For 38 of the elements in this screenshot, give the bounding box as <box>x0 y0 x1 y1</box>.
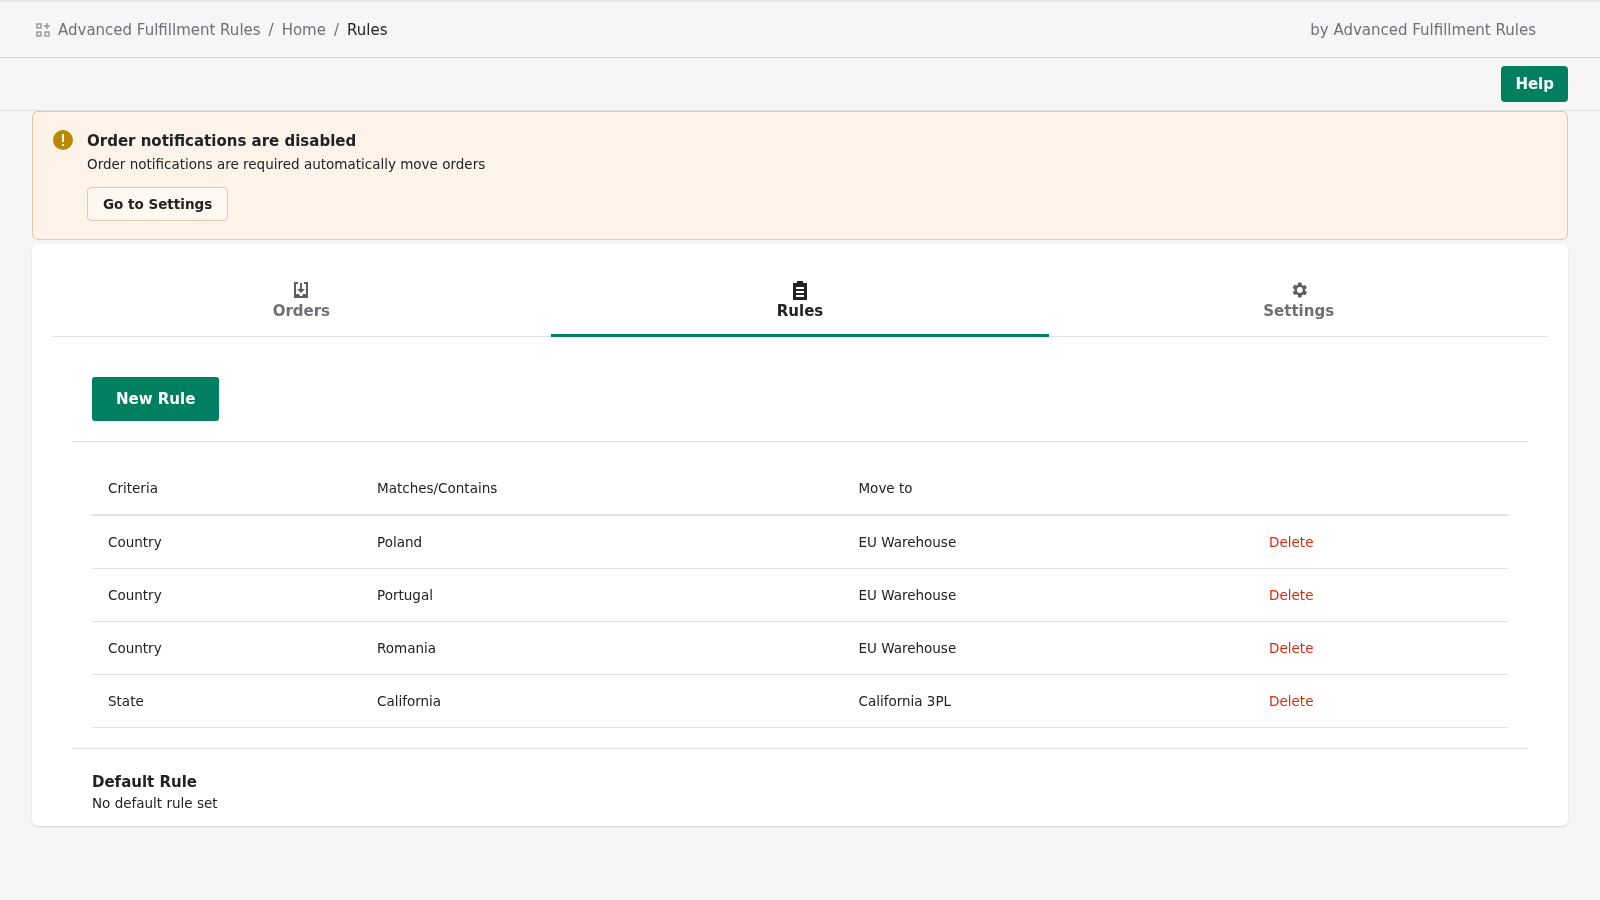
table-cell: EU Warehouse <box>842 515 1254 569</box>
breadcrumb-separator: / <box>268 20 274 39</box>
table-cell: Romania <box>361 621 843 675</box>
table-cell: California 3PL <box>842 674 1254 728</box>
tab[interactable]: Settings <box>1049 244 1548 337</box>
tab[interactable]: Rules <box>550 244 1050 337</box>
delete-link[interactable]: Delete <box>1269 587 1314 603</box>
table-cell: State <box>92 674 362 728</box>
developer-credit: by Advanced Fulfillment Rules <box>1310 20 1536 39</box>
clipboard-icon <box>791 280 809 300</box>
table-cell: California <box>361 674 843 728</box>
tab[interactable]: Orders <box>52 244 551 337</box>
delete-link[interactable]: Delete <box>1269 693 1314 709</box>
column-header: Move to <box>842 462 1254 515</box>
table-cell: Country <box>92 621 362 675</box>
breadcrumb-link[interactable]: Advanced Fulfillment Rules <box>58 20 261 39</box>
delete-link[interactable]: Delete <box>1269 640 1314 656</box>
column-header: Matches/Contains <box>361 462 843 515</box>
column-header: Criteria <box>92 462 362 515</box>
help-button[interactable]: Help <box>1501 66 1568 102</box>
banner-message: Order notifications are required automatically move orders <box>87 156 486 172</box>
table-cell: Poland <box>361 515 843 569</box>
delete-link[interactable]: Delete <box>1269 534 1314 550</box>
breadcrumb-separator: / <box>333 20 339 39</box>
table-cell: EU Warehouse <box>842 621 1254 675</box>
banner-title: Order notifications are disabled <box>87 132 358 150</box>
default-rule-text: No default rule set <box>92 795 219 811</box>
table-cell: Portugal <box>361 568 843 622</box>
breadcrumb-link[interactable]: Rules <box>347 20 388 39</box>
apps-icon <box>36 22 50 37</box>
default-rule-title: Default Rule <box>92 773 199 791</box>
warning-icon <box>53 130 73 150</box>
table-cell: Country <box>92 568 362 622</box>
table-cell: Country <box>92 515 362 569</box>
new-rule-button[interactable]: New Rule <box>92 377 220 421</box>
go-to-settings-button[interactable]: Go to Settings <box>87 187 229 221</box>
breadcrumb-link[interactable]: Home <box>281 20 326 39</box>
table-cell: EU Warehouse <box>842 568 1254 622</box>
